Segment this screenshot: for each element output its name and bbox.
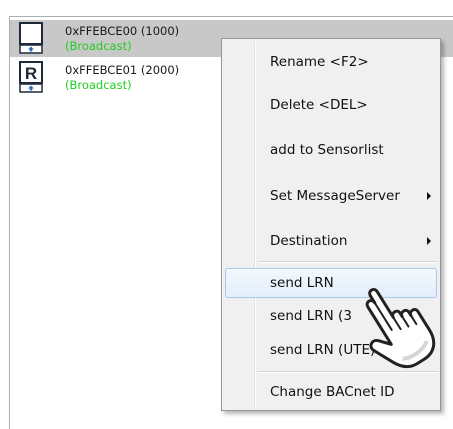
device-id-label: 0xFFEBCE01 (2000) — [65, 63, 180, 77]
menu-item-label: Change BACnet ID — [270, 384, 395, 400]
submenu-arrow-icon — [427, 236, 431, 245]
menu-item-label: send LRN — [270, 275, 334, 291]
menu-item-label: Destination — [270, 232, 348, 249]
menu-separator — [258, 371, 438, 373]
submenu-arrow-icon — [427, 191, 431, 200]
menu-item-delete[interactable]: Delete <DEL> — [225, 86, 437, 123]
menu-item-label: Delete <DEL> — [270, 96, 368, 113]
menu-item-label: send LRN (UTE) — [270, 342, 376, 358]
menu-item-send-lrn-3[interactable]: send LRN (3 — [225, 302, 437, 330]
device-type-label: (Broadcast) — [65, 39, 132, 53]
menu-item-label: send LRN (3 — [270, 308, 352, 324]
menu-item-label: Rename <F2> — [270, 53, 369, 70]
menu-item-rename[interactable]: Rename <F2> — [225, 43, 437, 80]
menu-item-send-lrn[interactable]: send LRN — [225, 268, 437, 298]
menu-item-destination[interactable]: Destination — [225, 222, 437, 259]
menu-item-add-to-sensorlist[interactable]: add to Sensorlist — [225, 131, 437, 168]
repeater-device-icon: R — [19, 61, 43, 93]
menu-item-label: Set MessageServer — [270, 187, 400, 204]
menu-separator — [258, 261, 438, 263]
menu-item-set-messageserver[interactable]: Set MessageServer — [225, 177, 437, 214]
device-icon-letter: R — [25, 64, 37, 83]
menu-item-send-lrn-ute[interactable]: send LRN (UTE) — [225, 336, 437, 364]
context-menu: Rename <F2> Delete <DEL> add to Sensorli… — [221, 38, 441, 411]
device-id-label: 0xFFEBCE00 (1000) — [65, 24, 180, 38]
menu-item-label: add to Sensorlist — [270, 141, 384, 158]
blank-device-icon — [19, 22, 43, 54]
menu-item-change-bacnet-id[interactable]: Change BACnet ID — [225, 377, 437, 407]
device-type-label: (Broadcast) — [65, 78, 132, 92]
